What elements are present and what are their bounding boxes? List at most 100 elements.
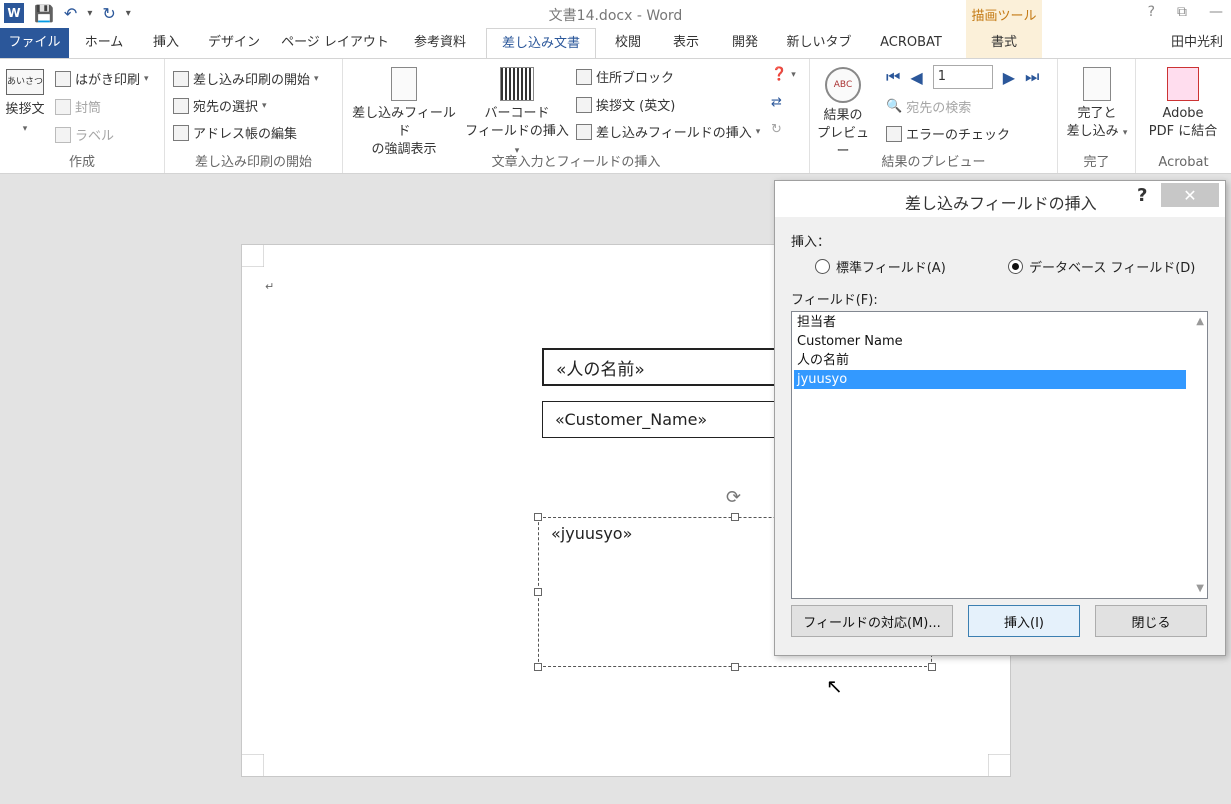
close-dialog-button[interactable]: 閉じる xyxy=(1095,605,1207,637)
radio-database-indicator xyxy=(1008,259,1023,274)
match-fields-button[interactable]: ⇄ xyxy=(771,95,782,110)
scroll-up-icon[interactable]: ▲ xyxy=(1196,316,1204,327)
next-record-icon[interactable]: ▶ xyxy=(1003,68,1015,87)
update-labels-button[interactable]: ↻ xyxy=(771,122,782,137)
textbox-customer-name[interactable]: «Customer_Name» xyxy=(542,401,782,438)
tab-file[interactable]: ファイル xyxy=(0,28,69,58)
list-item-selected[interactable]: jyuusyo xyxy=(794,370,1186,389)
group-start-mail-merge: 差し込み印刷の開始 ▾ 宛先の選択 ▾ アドレス帳の編集 差し込み印刷の開始 xyxy=(165,59,343,173)
user-name[interactable]: 田中光利 xyxy=(1171,28,1223,58)
finish-dropdown-icon: ▾ xyxy=(1122,128,1128,138)
match-fields-dialog-button[interactable]: フィールドの対応(M)... xyxy=(791,605,953,637)
address-block-button[interactable]: 住所ブロック xyxy=(576,67,674,86)
postcard-print-button[interactable]: はがき印刷 ▾ xyxy=(55,69,149,88)
tab-references[interactable]: 参考資料 xyxy=(402,28,478,58)
finish-label-1: 完了と xyxy=(1077,106,1117,121)
tab-home[interactable]: ホーム xyxy=(76,28,132,58)
tab-mailings[interactable]: 差し込み文書 xyxy=(486,28,596,59)
adobe-label-1: Adobe xyxy=(1162,106,1204,121)
previous-record-icon[interactable]: ◀ xyxy=(910,68,922,87)
record-number-input[interactable]: 1 xyxy=(932,65,993,89)
start-mail-merge-label: 差し込み印刷の開始 xyxy=(193,73,311,88)
page-corner-bottom-right xyxy=(988,754,1010,776)
finish-merge-button[interactable]: 完了と 差し込み ▾ xyxy=(1060,67,1134,142)
check-errors-label: エラーのチェック xyxy=(906,128,1011,143)
resize-handle-top-middle[interactable] xyxy=(731,513,739,521)
group-acrobat-label: Acrobat xyxy=(1158,155,1209,170)
list-item[interactable]: Customer Name xyxy=(794,332,1186,351)
edit-address-list-button[interactable]: アドレス帳の編集 xyxy=(173,123,297,142)
dialog-close-button[interactable]: ✕ xyxy=(1161,183,1219,207)
barcode-field-button[interactable]: バーコード フィールドの挿入 ▾ xyxy=(461,67,573,160)
recipients-icon xyxy=(173,97,189,114)
barcode-icon xyxy=(500,67,534,101)
textbox-person-name[interactable]: «人の名前» xyxy=(542,348,782,386)
postcard-icon xyxy=(55,70,71,87)
minimize-icon[interactable]: — xyxy=(1209,4,1223,20)
radio-standard-label: 標準フィールド(A) xyxy=(836,261,946,276)
address-block-icon xyxy=(576,68,592,85)
resize-handle-bottom-left[interactable] xyxy=(534,663,542,671)
envelope-button[interactable]: 封筒 xyxy=(55,97,101,116)
tab-review[interactable]: 校閲 xyxy=(604,28,652,58)
label-button[interactable]: ラベル xyxy=(55,125,114,144)
greeting-dropdown-icon: ▾ xyxy=(22,124,28,134)
select-recipients-button[interactable]: 宛先の選択 ▾ xyxy=(173,96,267,115)
radio-database-label: データベース フィールド(D) xyxy=(1029,261,1196,276)
preview-label-1: 結果の xyxy=(823,108,863,123)
ribbon-display-icon[interactable]: ⧉ xyxy=(1177,4,1187,20)
list-item[interactable]: 人の名前 xyxy=(794,351,1186,370)
resize-handle-middle-left[interactable] xyxy=(534,588,542,596)
rules-icon: ❓ xyxy=(771,67,788,82)
preview-magnifier-icon: ABC xyxy=(825,67,861,103)
update-labels-icon: ↻ xyxy=(771,122,782,137)
resize-handle-bottom-right[interactable] xyxy=(928,663,936,671)
tab-format[interactable]: 書式 xyxy=(966,28,1042,58)
group-start-label: 差し込み印刷の開始 xyxy=(194,155,312,170)
greeting-line-button[interactable]: 挨拶文 (英文) xyxy=(576,95,675,114)
start-mail-merge-button[interactable]: 差し込み印刷の開始 ▾ xyxy=(173,69,319,88)
tab-design[interactable]: デザイン xyxy=(200,28,268,58)
insert-merge-field-label: 差し込みフィールドの挿入 xyxy=(596,126,752,141)
dialog-title: 差し込みフィールドの挿入 xyxy=(905,194,1097,213)
highlight-merge-fields-button[interactable]: 差し込みフィールド の強調表示 xyxy=(348,67,460,159)
mouse-cursor-icon: ↖ xyxy=(826,674,843,698)
check-errors-button[interactable]: エラーのチェック xyxy=(886,124,1010,143)
dialog-help-icon[interactable]: ? xyxy=(1137,185,1147,206)
tab-developer[interactable]: 開発 xyxy=(720,28,770,58)
list-item[interactable]: 担当者 xyxy=(794,313,1186,332)
group-finish: 完了と 差し込み ▾ 完了 xyxy=(1058,59,1136,173)
fields-label: フィールド(F): xyxy=(791,293,878,308)
radio-standard-fields[interactable]: 標準フィールド(A) xyxy=(815,257,946,276)
adobe-pdf-merge-button[interactable]: Adobe PDF に結合 xyxy=(1138,67,1228,141)
insert-field-dropdown-icon: ▾ xyxy=(755,126,761,137)
insert-type-label: 挿入： xyxy=(791,235,831,250)
insert-button[interactable]: 挿入(I) xyxy=(968,605,1080,637)
resize-handle-top-left[interactable] xyxy=(534,513,542,521)
tab-insert[interactable]: 挿入 xyxy=(140,28,192,58)
radio-database-fields[interactable]: データベース フィールド(D) xyxy=(1008,257,1195,276)
find-recipient-button[interactable]: 🔍 宛先の検索 xyxy=(886,97,971,116)
label-button-label: ラベル xyxy=(75,129,115,144)
ribbon-tabs: ファイル ホーム 挿入 デザイン ページ レイアウト 参考資料 差し込み文書 校… xyxy=(0,28,1231,59)
tab-acrobat[interactable]: ACROBAT xyxy=(868,28,954,58)
group-create-label: 作成 xyxy=(68,155,95,170)
highlight-label-1: 差し込みフィールド xyxy=(352,106,456,139)
preview-results-button[interactable]: ABC 結果の プレビュー xyxy=(812,67,874,161)
rules-button[interactable]: ❓ ▾ xyxy=(771,67,796,82)
tab-view[interactable]: 表示 xyxy=(660,28,712,58)
edit-address-list-label: アドレス帳の編集 xyxy=(193,127,298,142)
tab-new-tab[interactable]: 新しいタブ xyxy=(778,28,860,58)
resize-handle-bottom-middle[interactable] xyxy=(731,663,739,671)
last-record-icon[interactable]: ⏭ xyxy=(1025,67,1039,87)
scroll-down-icon[interactable]: ▼ xyxy=(1196,583,1204,594)
dialog-title-bar[interactable]: 差し込みフィールドの挿入 ? ✕ xyxy=(775,181,1225,217)
rotate-handle-icon[interactable]: ⟳ xyxy=(726,487,741,508)
greeting-line-icon xyxy=(576,96,592,113)
insert-merge-field-button[interactable]: 差し込みフィールドの挿入 ▾ xyxy=(576,122,760,141)
greeting-button[interactable]: あいさつ 挨拶文 ▾ xyxy=(2,69,48,138)
tab-page-layout[interactable]: ページ レイアウト xyxy=(276,28,394,58)
help-icon[interactable]: ? xyxy=(1148,4,1155,20)
fields-listbox[interactable]: 担当者 Customer Name 人の名前 jyuusyo ▲ ▼ xyxy=(791,311,1208,599)
first-record-icon[interactable]: ⏮ xyxy=(886,67,900,87)
